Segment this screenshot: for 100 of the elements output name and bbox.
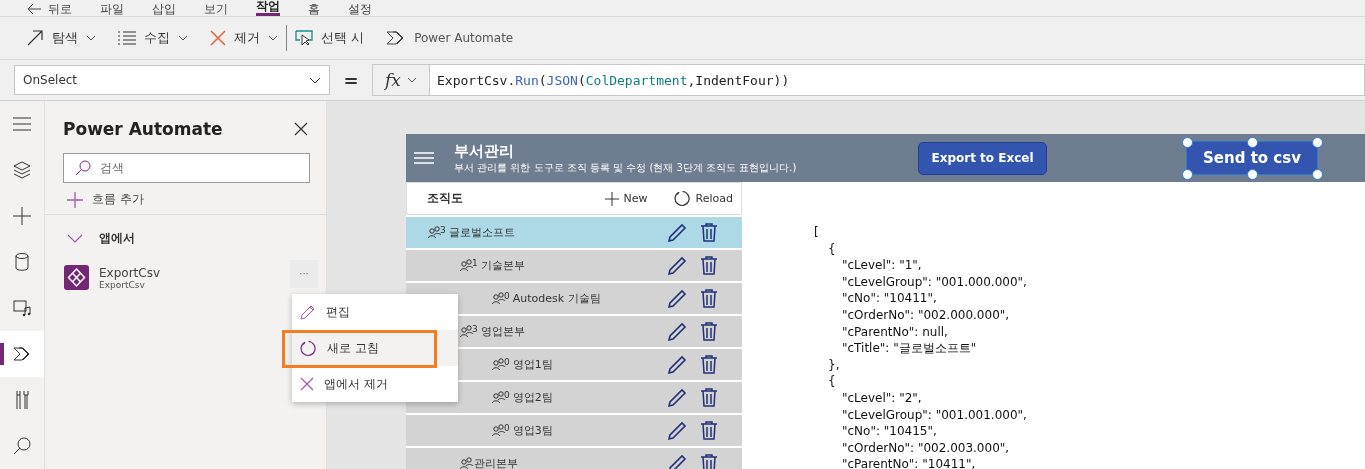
plus-icon bbox=[67, 191, 83, 208]
database-icon bbox=[15, 253, 29, 271]
pencil-icon[interactable] bbox=[667, 354, 687, 375]
send-button[interactable]: Send to csv bbox=[1187, 142, 1317, 174]
plus-icon bbox=[604, 191, 619, 206]
menu-tab[interactable]: 홈 bbox=[308, 2, 320, 16]
json-text: [ { "cLevel": "1", "cLevelGroup": "001.000.000", "cNo": "10411", "cOrderNo": "002.000.000", "cParentNo": null, "cTitle": "글로벌소프트" }, { "cLevel": "2", "cLevelGroup": "001.001.000", "cNo": "10415", "cOrderNo": "002.003.000", "cParentNo": "10411", bbox=[813, 224, 1028, 469]
close-icon[interactable] bbox=[294, 122, 308, 136]
export-button[interactable]: Export to Excel bbox=[918, 141, 1047, 175]
media-icon bbox=[13, 299, 31, 317]
resize-handle[interactable] bbox=[1247, 137, 1258, 148]
menu-icon[interactable] bbox=[414, 152, 434, 164]
formula-field[interactable]: ExportCsv.Run(JSON(ColDepartment,IndentFour)) bbox=[430, 64, 1365, 96]
back-arrow-icon bbox=[26, 3, 42, 15]
resize-handle[interactable] bbox=[1182, 137, 1193, 148]
resize-handle[interactable] bbox=[1312, 169, 1323, 180]
tree-title: 조직도 bbox=[427, 190, 464, 207]
department-name: 영업1팀 bbox=[512, 357, 553, 372]
trash-icon[interactable] bbox=[701, 421, 717, 440]
panel-title: Power Automate bbox=[63, 119, 223, 139]
menu-tab[interactable]: 보기 bbox=[204, 2, 228, 16]
people-icon bbox=[460, 259, 474, 272]
flow-name: ExportCsv bbox=[99, 265, 161, 280]
more-button[interactable]: ··· bbox=[290, 259, 318, 288]
reload-button[interactable]: Reload bbox=[673, 190, 733, 207]
child-count: 1 bbox=[472, 257, 478, 268]
refresh-icon bbox=[300, 339, 317, 357]
tree-row[interactable]: 0 영업2팀 bbox=[406, 382, 742, 413]
resize-handle[interactable] bbox=[1247, 169, 1258, 180]
layers-icon bbox=[13, 161, 31, 179]
tools-icon bbox=[15, 390, 29, 410]
people-icon bbox=[492, 391, 506, 404]
menu-icon bbox=[13, 117, 31, 131]
property-dropdown[interactable]: OnSelect bbox=[14, 65, 330, 95]
people-icon bbox=[460, 325, 474, 338]
chevron-down-icon bbox=[309, 76, 321, 84]
department-name: 영업본부 bbox=[480, 324, 525, 339]
trash-icon[interactable] bbox=[701, 322, 717, 341]
resize-handle[interactable] bbox=[1312, 137, 1323, 148]
pencil-icon[interactable] bbox=[667, 321, 687, 342]
refresh-icon bbox=[673, 190, 691, 207]
plus-icon bbox=[13, 207, 31, 225]
pencil-icon bbox=[300, 304, 316, 320]
automate-icon bbox=[13, 347, 31, 361]
section-header[interactable]: 앱에서 bbox=[67, 230, 135, 247]
equals-sign: = bbox=[342, 69, 360, 91]
toolbar-button[interactable]: Power Automate bbox=[386, 31, 514, 45]
menu-tab[interactable]: 설정 bbox=[348, 2, 372, 16]
trash-icon[interactable] bbox=[701, 289, 717, 308]
people-icon bbox=[492, 358, 506, 371]
people-icon bbox=[492, 424, 506, 437]
flow-app-icon bbox=[64, 265, 89, 290]
tree-row[interactable]: 0 영업3팀 bbox=[406, 415, 742, 446]
resize-handle[interactable] bbox=[1182, 169, 1193, 180]
toolbar-button[interactable]: 제거 bbox=[210, 29, 278, 47]
pencil-icon[interactable] bbox=[667, 453, 687, 469]
people-icon bbox=[492, 292, 506, 305]
trash-icon[interactable] bbox=[701, 388, 717, 407]
chevron-icon bbox=[67, 233, 83, 244]
flow-subtitle: ExportCsv bbox=[99, 279, 145, 290]
add-flow-button[interactable]: 흐름 추가 bbox=[67, 191, 144, 208]
child-count: 0 bbox=[504, 422, 510, 433]
pencil-icon[interactable] bbox=[667, 387, 687, 408]
list-icon bbox=[118, 31, 136, 45]
search-field[interactable]: 검색 bbox=[63, 153, 310, 183]
fx-button[interactable]: fx bbox=[372, 64, 430, 96]
child-count: 0 bbox=[504, 389, 510, 400]
search-icon bbox=[13, 437, 31, 455]
department-name: 영업3팀 bbox=[512, 423, 553, 438]
arrow-icon bbox=[26, 29, 44, 47]
cursor-icon bbox=[295, 30, 313, 46]
department-name: Autodesk 기술팀 bbox=[512, 291, 601, 306]
pencil-icon[interactable] bbox=[667, 222, 687, 243]
trash-icon[interactable] bbox=[701, 256, 717, 275]
menu-tab[interactable]: 파일 bbox=[100, 2, 124, 16]
new-button[interactable]: New bbox=[604, 191, 648, 206]
back-button[interactable]: 뒤로 bbox=[26, 2, 72, 16]
child-count: 3 bbox=[472, 323, 478, 334]
pencil-icon[interactable] bbox=[667, 288, 687, 309]
chevron-down-icon bbox=[406, 77, 417, 83]
department-name: 관리본부 bbox=[474, 456, 518, 469]
toolbar-button[interactable]: 선택 시 bbox=[295, 29, 365, 47]
toolbar-button[interactable]: 탐색 bbox=[26, 29, 96, 47]
tree-row[interactable]: 0 Autodesk 기술팀 bbox=[406, 283, 742, 314]
app-title: 부서관리 bbox=[454, 141, 515, 161]
menu-tab[interactable]: 삽입 bbox=[152, 2, 176, 16]
toolbar-button[interactable]: 수집 bbox=[118, 29, 188, 47]
pencil-icon[interactable] bbox=[667, 420, 687, 441]
department-name: 영업2팀 bbox=[512, 390, 553, 405]
child-count: 0 bbox=[504, 290, 510, 301]
tree-row[interactable]: 관리본부 bbox=[406, 448, 742, 469]
tree-row[interactable]: 3 글로벌소프트 bbox=[406, 217, 742, 248]
pencil-icon[interactable] bbox=[667, 255, 687, 276]
child-count: 0 bbox=[504, 356, 510, 367]
trash-icon[interactable] bbox=[701, 454, 717, 469]
close-icon bbox=[300, 377, 314, 391]
trash-icon[interactable] bbox=[701, 355, 717, 374]
people-icon bbox=[428, 226, 442, 239]
trash-icon[interactable] bbox=[701, 223, 717, 242]
tree-row[interactable]: 1 기술본부 bbox=[406, 250, 742, 281]
